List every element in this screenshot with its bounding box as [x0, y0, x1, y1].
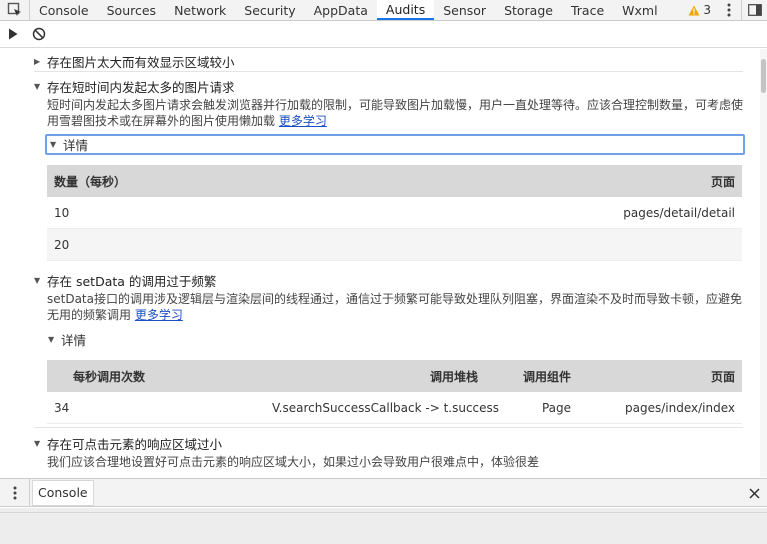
audit-item-description: 短时间内发起太多图片请求会触发浏览器并行加载的限制，可能导致图片加载慢，用户一直…: [34, 97, 743, 129]
drawer-tab-console[interactable]: Console: [32, 479, 94, 506]
play-icon: [9, 28, 18, 40]
tab-console[interactable]: Console: [30, 0, 98, 20]
audits-results-panel: ▶ 存在图片太大而有效显示区域较小 ▼ 存在短时间内发起太多的图片请求 短时间内…: [0, 49, 760, 477]
clear-block-icon: [32, 27, 46, 41]
collapse-triangle-icon: ▼: [50, 140, 57, 149]
tab-audits[interactable]: Audits: [376, 0, 435, 20]
audit-item-image-too-large[interactable]: ▶ 存在图片太大而有效显示区域较小: [34, 52, 743, 71]
description-line: 短时间内发起太多图片请求会触发浏览器并行加载的限制，可能导致图片加载慢，用户一直…: [47, 98, 744, 112]
tab-sensor[interactable]: Sensor: [434, 0, 495, 20]
description-line: setData接口的调用涉及逻辑层与渲染层间的线程通过，通信过于频繁可能导致处理…: [47, 292, 742, 306]
dock-side-button[interactable]: [741, 0, 767, 20]
vertical-scrollbar[interactable]: [760, 49, 767, 477]
details-label: 详情: [61, 333, 87, 348]
drawer-content-area: [0, 508, 767, 544]
dock-side-icon: [747, 4, 762, 16]
collapse-triangle-icon[interactable]: ▼: [34, 276, 47, 285]
divider: [0, 512, 767, 513]
description-line: 用雪碧图技术或在屏幕外的图片使用懒加载: [47, 114, 276, 128]
table-row: 10 pages/detail/detail: [47, 197, 742, 229]
close-icon: [748, 487, 760, 499]
table-header: 数量（每秒） 页面: [47, 165, 742, 197]
table-cell: pages/detail/detail: [623, 205, 735, 220]
table-cell: 20: [54, 237, 70, 252]
column-header: 页面: [710, 174, 735, 189]
run-audits-button[interactable]: [0, 21, 26, 47]
audit-item-title: 存在 setData 的调用过于频繁: [47, 274, 217, 289]
tab-network[interactable]: Network: [165, 0, 235, 20]
column-header: 页面: [710, 369, 735, 384]
description-line: 无用的频繁调用: [47, 308, 132, 322]
table-cell: Page: [541, 400, 571, 415]
more-options-button[interactable]: [717, 3, 741, 17]
table-cell: 10: [54, 205, 70, 220]
table-row: 34 V.searchSuccessCallback -> t.success …: [47, 392, 742, 424]
table-header: 每秒调用次数 调用堆栈 调用组件 页面: [47, 360, 742, 392]
description-line: 我们应该合理地设置好可点击元素的响应区域大小，如果过小会导致用户很难点中，体验很…: [47, 455, 540, 469]
inspect-element-button[interactable]: [0, 0, 30, 20]
tabbar-right-controls: 3: [682, 0, 767, 20]
kebab-menu-icon: [13, 486, 16, 499]
drawer-menu-button[interactable]: [0, 478, 30, 507]
details-toggle[interactable]: ▼ 详情: [45, 134, 745, 155]
details-label: 详情: [63, 138, 89, 153]
setdata-calls-table: 每秒调用次数 调用堆栈 调用组件 页面 34 V.searchSuccessCa…: [47, 360, 742, 424]
expand-triangle-icon[interactable]: ▶: [34, 57, 47, 66]
audit-item-too-many-image-requests[interactable]: ▼ 存在短时间内发起太多的图片请求 短时间内发起太多图片请求会触发浏览器并行加载…: [34, 77, 743, 129]
collapse-triangle-icon[interactable]: ▼: [34, 82, 47, 91]
table-row: 20: [47, 229, 742, 261]
tab-trace[interactable]: Trace: [562, 0, 613, 20]
table-cell: V.searchSuccessCallback -> t.success: [272, 400, 500, 415]
devtools-tabbar: Console Sources Network Security AppData…: [0, 0, 767, 21]
audit-item-description: setData接口的调用涉及逻辑层与渲染层间的线程通过，通信过于频繁可能导致处理…: [34, 291, 743, 323]
table-cell: pages/index/index: [625, 400, 735, 415]
divider: [34, 427, 743, 428]
audit-item-title: 存在可点击元素的响应区域过小: [47, 437, 223, 452]
collapse-triangle-icon: ▼: [48, 335, 55, 344]
inspect-cursor-icon: [7, 2, 21, 16]
tab-storage[interactable]: Storage: [495, 0, 562, 20]
audits-toolbar: [0, 21, 767, 48]
column-header: 每秒调用次数: [73, 369, 146, 384]
table-cell: 34: [54, 400, 70, 415]
tab-appdata[interactable]: AppData: [305, 0, 377, 20]
column-header: 调用堆栈: [429, 369, 478, 384]
bottom-drawer: Console: [0, 478, 767, 507]
scrollbar-thumb[interactable]: [761, 59, 766, 93]
audit-item-description: 我们应该合理地设置好可点击元素的响应区域大小，如果过小会导致用户很难点中，体验很…: [34, 454, 743, 470]
audit-item-title: 存在图片太大而有效显示区域较小: [47, 55, 235, 70]
warnings-count: 3: [703, 3, 711, 17]
warning-triangle-icon: [688, 5, 700, 15]
panel-tabs: Console Sources Network Security AppData…: [30, 0, 667, 20]
kebab-menu-icon: [727, 3, 731, 17]
tab-sources[interactable]: Sources: [98, 0, 165, 20]
audit-item-setdata-too-frequent[interactable]: ▼ 存在 setData 的调用过于频繁 setData接口的调用涉及逻辑层与渲…: [34, 271, 743, 323]
tab-security[interactable]: Security: [235, 0, 304, 20]
collapse-triangle-icon[interactable]: ▼: [34, 439, 47, 448]
close-drawer-button[interactable]: [745, 484, 763, 502]
warnings-counter[interactable]: 3: [682, 3, 717, 17]
column-header: 调用组件: [522, 369, 571, 384]
audit-item-title: 存在短时间内发起太多的图片请求: [47, 80, 235, 95]
audit-item-small-tap-target[interactable]: ▼ 存在可点击元素的响应区域过小 我们应该合理地设置好可点击元素的响应区域大小，…: [34, 434, 743, 470]
details-toggle[interactable]: ▼ 详情: [45, 329, 745, 350]
learn-more-link[interactable]: 更多学习: [135, 308, 183, 322]
learn-more-link[interactable]: 更多学习: [279, 114, 327, 128]
image-requests-table: 数量（每秒） 页面 10 pages/detail/detail 20: [47, 165, 742, 261]
clear-button[interactable]: [26, 21, 52, 47]
tab-wxml[interactable]: Wxml: [613, 0, 666, 20]
divider: [34, 71, 743, 72]
column-header: 数量（每秒）: [54, 174, 127, 189]
